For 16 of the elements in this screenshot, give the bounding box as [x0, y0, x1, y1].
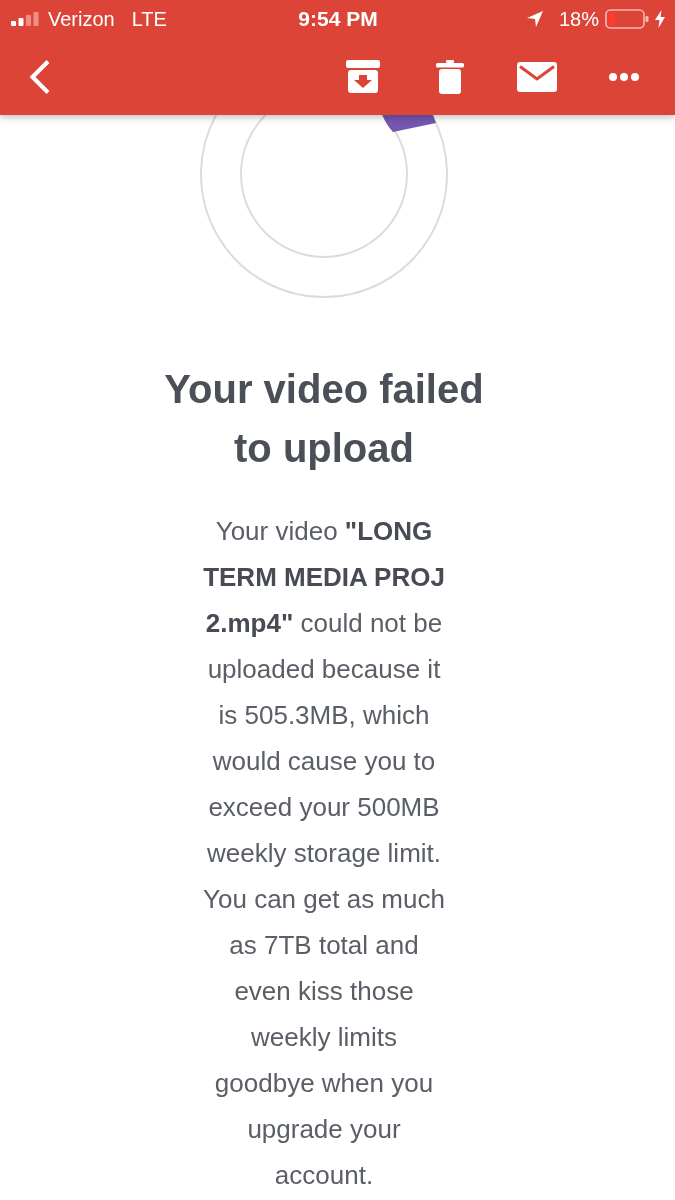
chevron-left-icon	[29, 58, 51, 95]
donut-segment	[382, 115, 436, 132]
message-text: Your video "LONG TERM MEDIA PROJ 2.mp4" could not be uploaded because it is 505.3MB, which would cause you to exceed your 500MB weekly storage limit. You can get as much as 7TB total and even kiss those weekly limits goodbye when you upgrade your account.	[202, 515, 446, 1192]
signal-icon	[11, 12, 41, 26]
location-arrow-icon	[526, 11, 543, 27]
archive-icon	[346, 60, 380, 93]
status-time: 9:54 PM	[298, 7, 378, 31]
charging-bolt-icon	[655, 10, 665, 28]
envelope-icon	[517, 61, 557, 92]
page-heading: Your video failed to upload	[163, 366, 485, 472]
ellipsis-icon	[609, 72, 639, 81]
trash-icon	[436, 59, 464, 94]
battery-percent: 18%	[558, 7, 599, 31]
network-type: LTE	[131, 7, 167, 31]
battery-icon	[605, 9, 649, 29]
carrier-name: Verizon	[48, 7, 115, 31]
